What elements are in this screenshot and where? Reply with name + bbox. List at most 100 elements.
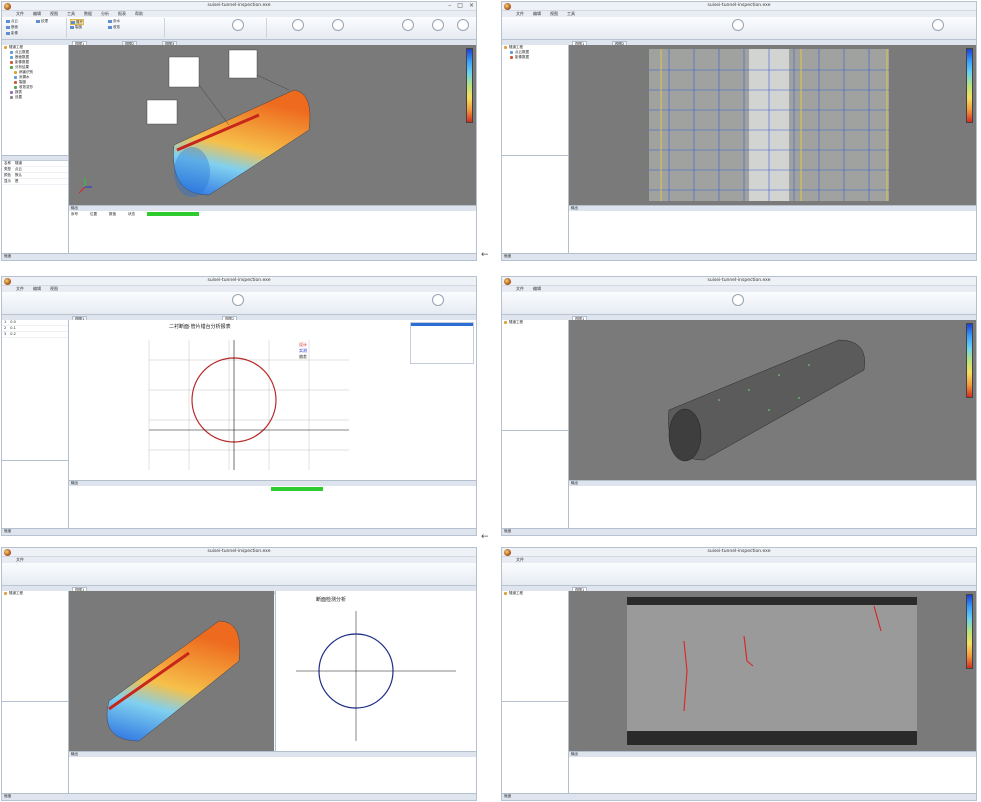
window-title: suisei-tunnel-inspection.exe — [207, 549, 271, 554]
ribbon — [502, 563, 976, 586]
tree-item[interactable]: 设置 — [2, 95, 68, 100]
tunnel-heatmap-render — [146, 49, 311, 197]
ribbon — [2, 563, 476, 586]
image-viewport[interactable] — [569, 591, 976, 751]
status-bar: 就绪 — [2, 253, 476, 260]
pointcloud-render — [668, 339, 865, 462]
color-legend — [966, 323, 973, 398]
status-bar: 就绪 — [2, 528, 476, 535]
title-bar: suisei-tunnel-inspection.exe – □ × — [2, 2, 476, 11]
project-tree: 隧道工程 — [502, 320, 568, 431]
ribbon-big-icon[interactable] — [457, 19, 469, 31]
ribbon: 点云 断面 影像 纹理 展开 裂缝 渗水 收敛 — [2, 17, 476, 40]
left-panel: 隧道工程 — [502, 591, 569, 794]
tree-item[interactable]: 影像数据 — [502, 55, 568, 60]
ribbon-big-icon[interactable] — [932, 19, 944, 31]
color-legend — [966, 594, 973, 669]
image-viewport[interactable] — [569, 45, 976, 205]
window-title: suisei-tunnel-inspection.exe — [207, 278, 271, 283]
status-bar: 就绪 — [2, 793, 476, 800]
left-panel: 1 0.0 2 0.1 3 0.2 — [2, 320, 69, 529]
status-bar: 就绪 — [502, 253, 976, 260]
output-header: 输出 — [569, 481, 976, 486]
project-tree: 隧道工程 — [502, 591, 568, 702]
data-list: 1 0.0 2 0.1 3 0.2 — [2, 320, 68, 461]
panel-4-window: suisei-tunnel-inspection.exe 文件 编辑 视图1 隧道… — [501, 276, 977, 536]
unrolled-crack-render — [627, 597, 917, 745]
maximize-button[interactable]: □ — [457, 2, 463, 9]
annotation-callout — [168, 56, 200, 88]
color-legend — [466, 48, 473, 123]
ribbon — [2, 292, 476, 315]
svg-text:偏差: 偏差 — [299, 353, 307, 359]
window-title: suisei-tunnel-inspection.exe — [707, 3, 771, 8]
flow-arrow-icon: ← — [481, 250, 489, 260]
annotation-callout — [228, 49, 258, 79]
panel-2-window: suisei-tunnel-inspection.exe 文件 编辑 视图 工具 视图… — [501, 1, 977, 261]
ribbon — [502, 292, 976, 315]
ribbon-big-icon[interactable] — [402, 19, 414, 31]
left-panel: 隧道工程 — [502, 320, 569, 529]
tunnel-heatmap-render — [106, 620, 241, 742]
color-legend — [966, 48, 973, 123]
left-panel: 隧道工程 — [2, 591, 69, 794]
output-row: 序号 位置 数值 状态 — [69, 211, 476, 217]
property-row[interactable]: 显示是 — [2, 179, 68, 185]
flow-arrow-icon: ← — [481, 532, 489, 542]
tree-item[interactable]: 隧道工程 — [502, 591, 568, 596]
output-pane: 输出 序号 位置 数值 状态 — [69, 205, 476, 255]
plot-title: 二衬断面·管片错台分析报表 — [169, 323, 231, 330]
ribbon-button[interactable]: 渗水 — [108, 19, 120, 23]
3d-viewport[interactable] — [569, 320, 976, 480]
left-panel: 隧道工程 点云数据 影像数据 — [502, 45, 569, 254]
project-tree: 隧道工程 点云数据 断面数据 影像数据 分析结果 病害识别 渗漏水 裂缝 收敛变… — [2, 45, 68, 156]
ribbon-button[interactable]: 点云 — [6, 19, 18, 23]
svg-text:设计: 设计 — [299, 341, 307, 347]
output-pane: 输出 — [569, 205, 976, 255]
progress-bar — [271, 487, 323, 491]
panel-3-window: suisei-tunnel-inspection.exe 文件 编辑 视图 视图1 视… — [1, 276, 477, 536]
project-tree: 隧道工程 — [2, 591, 68, 702]
section-viewport[interactable]: 二衬断面·管片错台分析报表 设计 实测 偏差 — [69, 320, 476, 480]
3d-viewport[interactable] — [69, 45, 476, 205]
window-title: suisei-tunnel-inspection.exe — [707, 549, 771, 554]
tree-item[interactable]: 隧道工程 — [2, 591, 68, 596]
list-row[interactable]: 3 0.2 — [2, 332, 68, 338]
status-bar: 就绪 — [502, 793, 976, 800]
annotation-callout — [146, 99, 178, 125]
table-panel — [410, 322, 474, 364]
ribbon-big-icon[interactable] — [332, 19, 344, 31]
ribbon-button[interactable]: 断面 — [6, 25, 18, 29]
3d-viewport[interactable] — [69, 591, 274, 751]
output-header: 输出 — [69, 752, 476, 757]
ribbon-big-icon[interactable] — [292, 19, 304, 31]
output-header: 输出 — [569, 752, 976, 757]
ribbon-button[interactable]: 收敛 — [108, 25, 120, 29]
ribbon-big-icon[interactable] — [732, 294, 744, 306]
ribbon-button[interactable]: 影像 — [6, 31, 18, 35]
ribbon-button[interactable]: 纹理 — [36, 19, 48, 23]
left-panel: 隧道工程 点云数据 断面数据 影像数据 分析结果 病害识别 渗漏水 裂缝 收敛变… — [2, 45, 69, 254]
ribbon-button[interactable]: 裂缝 — [70, 25, 82, 29]
ribbon-big-icon[interactable] — [232, 19, 244, 31]
minimize-button[interactable]: – — [448, 2, 451, 9]
close-button[interactable]: × — [469, 2, 474, 9]
ribbon-big-icon[interactable] — [732, 19, 744, 31]
tree-item[interactable]: 隧道工程 — [502, 320, 568, 325]
panel-6-window: suisei-tunnel-inspection.exe 文件 视图1 隧道工程… — [501, 547, 977, 801]
plot-title: 断面检测分析 — [316, 596, 346, 603]
ribbon-group: 展开 裂缝 渗水 收敛 — [68, 18, 165, 38]
ribbon — [502, 17, 976, 40]
ribbon-big-icon[interactable] — [432, 19, 444, 31]
ribbon-group — [166, 18, 267, 38]
project-tree: 隧道工程 点云数据 影像数据 — [502, 45, 568, 156]
panel-1-window: suisei-tunnel-inspection.exe – □ × 文件 编辑 视图工… — [1, 1, 477, 261]
panel-5-window: suisei-tunnel-inspection.exe 文件 视图1 隧道工程… — [1, 547, 477, 801]
unrolled-image-render — [649, 49, 889, 201]
section-view[interactable]: 断面检测分析 — [275, 591, 476, 751]
properties-panel: 名称 隧道 类型 点云 颜色 默认 显示是 — [2, 156, 68, 254]
window-title: suisei-tunnel-inspection.exe — [207, 3, 271, 8]
ribbon-big-icon[interactable] — [432, 294, 444, 306]
ribbon-big-icon[interactable] — [232, 294, 244, 306]
window-title: suisei-tunnel-inspection.exe — [707, 278, 771, 283]
